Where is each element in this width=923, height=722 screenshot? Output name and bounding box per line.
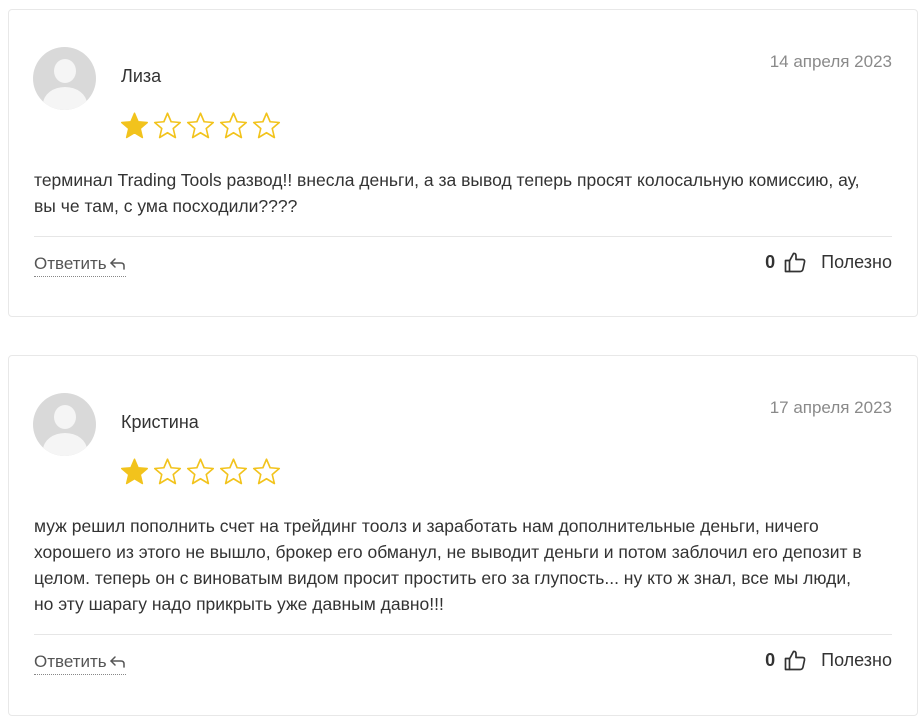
star-filled-icon — [121, 458, 148, 485]
divider — [34, 236, 892, 237]
avatar — [33, 393, 96, 456]
star-empty-icon — [219, 458, 248, 485]
star-empty-icon — [186, 458, 215, 485]
review-author: Лиза — [121, 66, 162, 86]
reply-arrow-icon — [109, 258, 125, 270]
thumbs-up-icon[interactable] — [783, 250, 807, 274]
avatar-body — [43, 433, 87, 456]
review-card: Лиза 14 апреля 2023 терминал Trading Too… — [8, 9, 918, 317]
review-card: Кристина 17 апреля 2023 муж решил пополн… — [8, 355, 918, 716]
star-empty-icon — [186, 112, 215, 139]
reply-button[interactable]: Ответить — [34, 254, 126, 277]
star-empty-icon — [153, 458, 182, 485]
reply-label: Ответить — [34, 652, 107, 671]
star-empty-icon — [219, 112, 248, 139]
avatar-head — [54, 405, 76, 429]
avatar-body — [43, 87, 87, 110]
reply-label: Ответить — [34, 254, 107, 273]
reply-arrow-icon — [109, 656, 125, 668]
avatar — [33, 47, 96, 110]
useful-label[interactable]: Полезно — [821, 650, 892, 671]
useful-block: 0 Полезно — [765, 648, 892, 672]
thumbs-up-icon[interactable] — [783, 648, 807, 672]
review-date: 14 апреля 2023 — [769, 52, 892, 71]
review-date: 17 апреля 2023 — [769, 398, 892, 417]
review-text: муж решил пополнить счет на трейдинг тоо… — [34, 516, 862, 614]
rating-stars — [119, 111, 282, 141]
reply-button[interactable]: Ответить — [34, 652, 126, 675]
useful-block: 0 Полезно — [765, 250, 892, 274]
star-empty-icon — [153, 112, 182, 139]
useful-label[interactable]: Полезно — [821, 252, 892, 273]
avatar-head — [54, 59, 76, 83]
review-text: терминал Trading Tools развод!! внесла д… — [34, 170, 860, 216]
rating-stars — [119, 457, 282, 487]
star-filled-icon — [121, 112, 148, 139]
divider — [34, 634, 892, 635]
star-empty-icon — [252, 112, 281, 139]
star-empty-icon — [252, 458, 281, 485]
like-count: 0 — [765, 649, 776, 670]
review-author: Кристина — [121, 412, 199, 432]
like-count: 0 — [765, 251, 776, 272]
